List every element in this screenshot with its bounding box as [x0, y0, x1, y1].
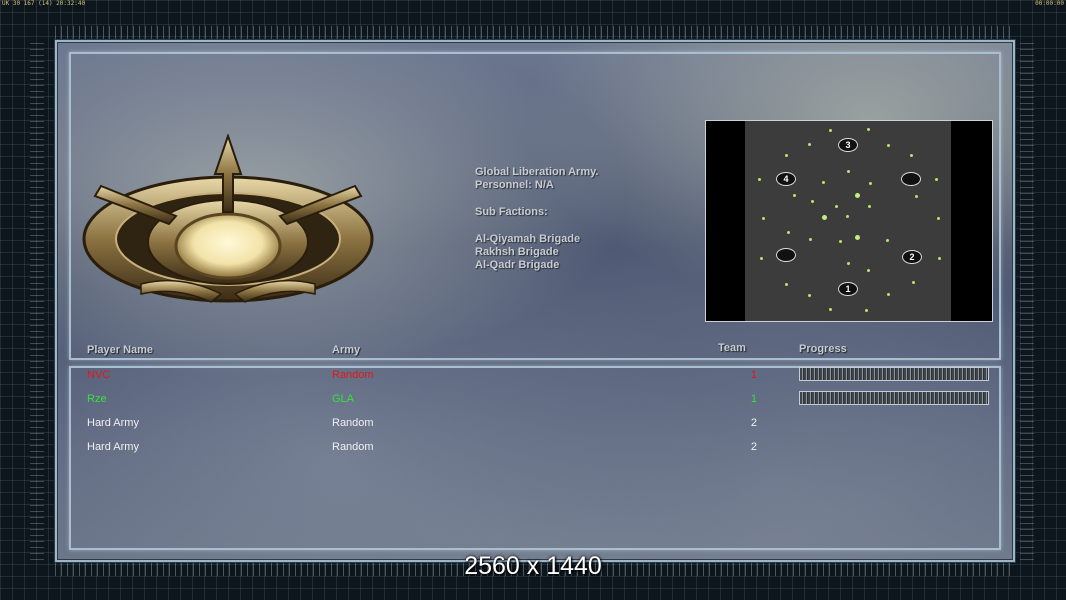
player-row: Hard Army Random 2 [87, 417, 987, 437]
resolution-overlay: 2560 x 1440 [464, 552, 602, 580]
supply-dot [835, 205, 838, 208]
start-position-marker: 1 [838, 282, 858, 296]
supply-dot [855, 235, 860, 240]
player-name: Rze [87, 393, 107, 405]
supply-dot [829, 129, 832, 132]
supply-dot [785, 154, 788, 157]
loading-progress-bar [799, 391, 989, 405]
player-army: Random [332, 417, 374, 429]
supply-dot [822, 181, 825, 184]
ruler-top [55, 26, 1011, 40]
supply-dot [847, 262, 850, 265]
sub-faction-item: Al-Qadr Brigade [475, 259, 560, 271]
supply-dot [855, 193, 860, 198]
start-position-marker: 2 [902, 250, 922, 264]
supply-dot [785, 283, 788, 286]
supply-dot [811, 200, 814, 203]
supply-dot [912, 281, 915, 284]
supply-dot [846, 215, 849, 218]
supply-dot [868, 205, 871, 208]
supply-dot [762, 217, 765, 220]
supply-dot [887, 293, 890, 296]
supply-dot [829, 308, 832, 311]
supply-dot [937, 217, 940, 220]
player-army: Random [332, 441, 374, 453]
player-team: 1 [750, 393, 757, 405]
supply-dot [865, 309, 868, 312]
player-army: Random [332, 369, 374, 381]
supply-dot [809, 238, 812, 241]
faction-name: Global Liberation Army. [475, 166, 599, 178]
start-position-marker: 3 [838, 138, 858, 152]
start-position-marker-empty [776, 248, 796, 262]
player-row: Rze GLA 1 [87, 391, 989, 413]
column-header-player-name: Player Name [87, 344, 154, 356]
status-left: UK 30 167 (14) 20:32:40 [2, 0, 86, 7]
supply-dot [793, 194, 796, 197]
supply-dot [869, 182, 872, 185]
supply-dot [910, 154, 913, 157]
supply-dot [758, 178, 761, 181]
gla-faction-emblem-icon [82, 134, 374, 303]
supply-dot [808, 143, 811, 146]
faction-description: Global Liberation Army. Personnel: N/A S… [475, 166, 598, 272]
supply-dot [867, 128, 870, 131]
sub-factions-heading: Sub Factions: [475, 206, 548, 218]
player-army: GLA [332, 393, 355, 405]
ruler-left [30, 40, 44, 560]
supply-dot [808, 294, 811, 297]
start-position-marker-empty [901, 172, 921, 186]
map-preview: 3 4 2 1 [705, 120, 993, 322]
supply-dot [847, 170, 850, 173]
supply-dot [839, 240, 842, 243]
supply-dot [822, 215, 827, 220]
loading-screen-panel: Global Liberation Army. Personnel: N/A S… [55, 40, 1015, 562]
supply-dot [938, 257, 941, 260]
start-position-marker: 4 [776, 172, 796, 186]
ruler-right [1020, 40, 1034, 560]
player-name: NVC [87, 369, 111, 381]
map-terrain: 3 4 2 1 [745, 121, 951, 321]
status-bar: UK 30 167 (14) 20:32:40 00:00:00 [0, 0, 1066, 8]
supply-dot [787, 231, 790, 234]
supply-dot [867, 269, 870, 272]
player-row: Hard Army Random 2 [87, 441, 987, 461]
player-team: 2 [750, 441, 757, 453]
supply-dot [886, 239, 889, 242]
player-team: 1 [750, 369, 757, 381]
sub-faction-item: Al-Qiyamah Brigade [475, 233, 581, 245]
supply-dot [760, 257, 763, 260]
column-header-team: Team [718, 342, 746, 354]
column-header-army: Army [332, 344, 361, 356]
player-row: NVC Random 1 [87, 367, 989, 389]
supply-dot [935, 178, 938, 181]
column-header-progress: Progress [799, 343, 847, 355]
loading-progress-bar [799, 367, 989, 381]
faction-personnel: Personnel: N/A [475, 179, 554, 191]
player-name: Hard Army [87, 417, 139, 429]
supply-dot [887, 144, 890, 147]
player-name: Hard Army [87, 441, 139, 453]
player-team: 2 [750, 417, 757, 429]
supply-dot [915, 195, 918, 198]
status-right-clock: 00:00:00 [1035, 0, 1064, 7]
sub-faction-item: Rakhsh Brigade [475, 246, 559, 258]
